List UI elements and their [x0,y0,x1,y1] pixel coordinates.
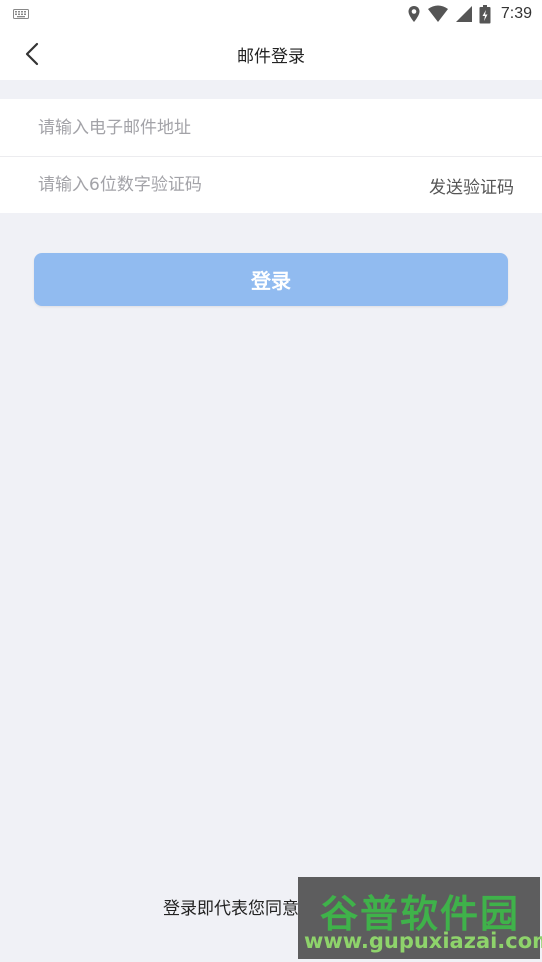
screen: 7:39 邮件登录 发送验证码 登录 登录即代表您同意 谷普软件园 www.gu… [0,0,542,962]
signal-icon [455,6,472,22]
login-button[interactable]: 登录 [34,253,508,306]
email-login-form: 发送验证码 [0,99,542,213]
watermark-logo: 谷普软件园 www.gupuxiazai.com [298,877,542,959]
status-bar: 7:39 [0,0,542,28]
status-icons: 7:39 [407,4,532,24]
watermark-url: www.gupuxiazai.com [304,929,542,953]
email-row [0,99,542,156]
battery-icon [479,4,491,23]
verification-code-input[interactable] [38,175,429,195]
send-code-button[interactable]: 发送验证码 [429,173,514,198]
location-icon [408,6,420,22]
status-time: 7:39 [500,5,532,22]
nav-bar: 邮件登录 [0,28,542,80]
page-title: 邮件登录 [237,47,305,67]
wifi-icon [427,5,448,22]
agreement-text: 登录即代表您同意 [163,899,299,919]
keyboard-icon [13,9,29,19]
email-input[interactable] [38,117,514,138]
code-row: 发送验证码 [0,156,542,213]
